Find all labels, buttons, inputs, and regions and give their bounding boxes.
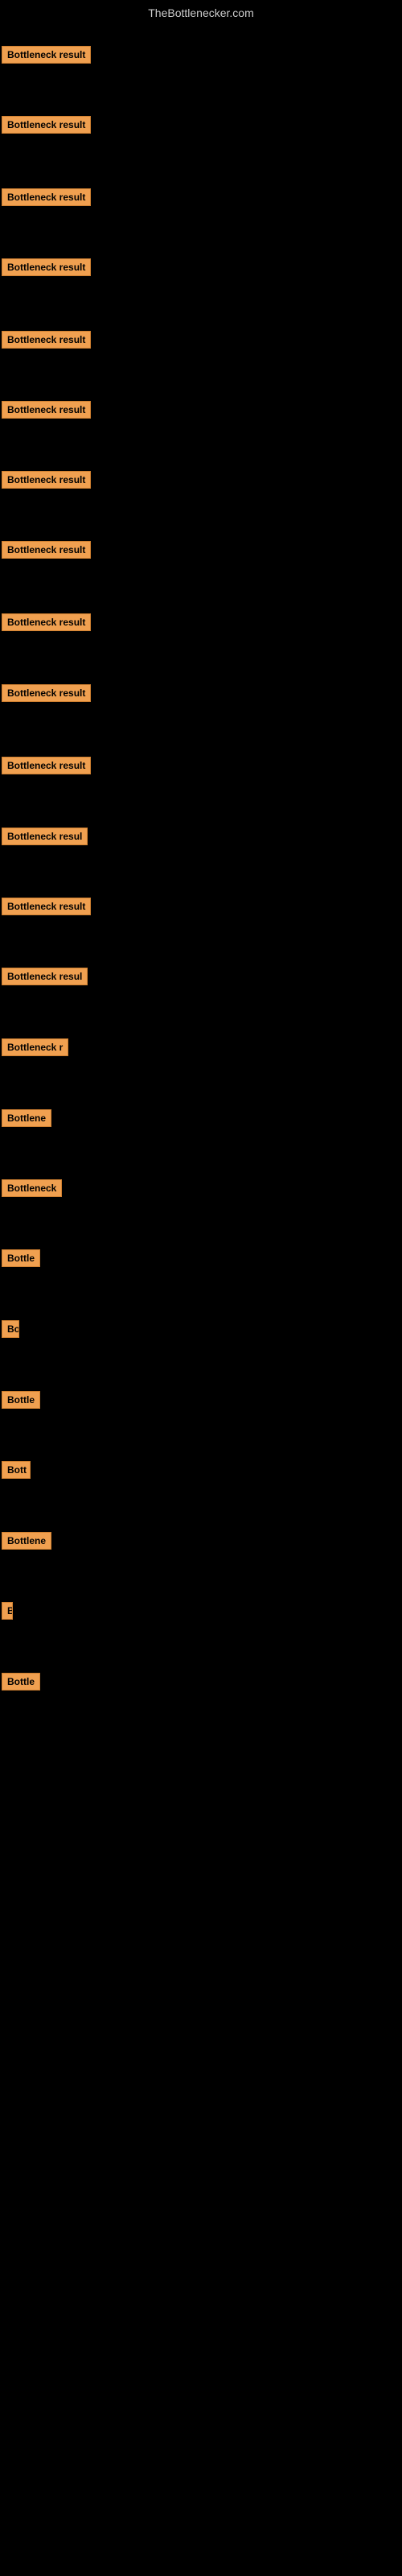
bottleneck-result-row: Bottleneck result: [2, 188, 91, 210]
bottleneck-result-row: Bott: [2, 1461, 31, 1483]
bottleneck-result-badge[interactable]: Bottle: [2, 1249, 40, 1267]
bottleneck-result-badge[interactable]: Bottleneck result: [2, 898, 91, 915]
bottleneck-result-row: Bottleneck resul: [2, 968, 88, 989]
bottleneck-result-badge[interactable]: Bottleneck r: [2, 1038, 68, 1056]
bottleneck-result-badge[interactable]: Bott: [2, 1461, 31, 1479]
bottleneck-result-badge[interactable]: Bottleneck result: [2, 331, 91, 349]
bottleneck-result-row: Bottleneck result: [2, 46, 91, 68]
bottleneck-result-badge[interactable]: B: [2, 1602, 13, 1620]
bottleneck-result-row: Bottleneck result: [2, 258, 91, 280]
bottleneck-result-row: Bottleneck result: [2, 401, 91, 423]
bottleneck-result-badge[interactable]: Bottleneck result: [2, 613, 91, 631]
bottleneck-result-row: Bottleneck r: [2, 1038, 68, 1060]
bottleneck-result-badge[interactable]: Bottleneck resul: [2, 828, 88, 845]
bottleneck-result-badge[interactable]: Bottleneck result: [2, 757, 91, 774]
bottleneck-result-row: Bottlene: [2, 1109, 51, 1131]
bottleneck-result-badge[interactable]: Bottleneck result: [2, 258, 91, 276]
bottleneck-result-badge[interactable]: Bottleneck: [2, 1179, 62, 1197]
bottleneck-result-badge[interactable]: Bottleneck result: [2, 541, 91, 559]
bottleneck-result-row: Bottle: [2, 1249, 40, 1271]
bottleneck-result-row: Bottleneck result: [2, 471, 91, 493]
bottleneck-result-badge[interactable]: Bottlene: [2, 1532, 51, 1550]
bottleneck-result-badge[interactable]: Bottlene: [2, 1109, 51, 1127]
bottleneck-result-row: Bottleneck result: [2, 116, 91, 138]
bottleneck-result-badge[interactable]: Bottleneck result: [2, 401, 91, 419]
bottleneck-result-row: Bottle: [2, 1673, 40, 1695]
bottleneck-result-badge[interactable]: Bottleneck result: [2, 188, 91, 206]
bottleneck-result-row: Bottleneck result: [2, 541, 91, 563]
bottleneck-result-row: Bo: [2, 1320, 19, 1342]
bottleneck-result-row: B: [2, 1602, 13, 1624]
bottleneck-result-badge[interactable]: Bottleneck result: [2, 116, 91, 134]
bottleneck-result-row: Bottleneck result: [2, 684, 91, 706]
bottleneck-result-badge[interactable]: Bottle: [2, 1391, 40, 1409]
bottleneck-result-row: Bottleneck result: [2, 898, 91, 919]
bottleneck-result-badge[interactable]: Bo: [2, 1320, 19, 1338]
bottleneck-result-badge[interactable]: Bottleneck result: [2, 471, 91, 489]
bottleneck-result-row: Bottleneck: [2, 1179, 62, 1201]
bottleneck-result-badge[interactable]: Bottleneck result: [2, 684, 91, 702]
bottleneck-result-row: Bottleneck result: [2, 757, 91, 778]
bottleneck-result-badge[interactable]: Bottleneck resul: [2, 968, 88, 985]
bottleneck-result-row: Bottleneck result: [2, 613, 91, 635]
bottleneck-result-row: Bottlene: [2, 1532, 51, 1554]
bottleneck-result-row: Bottle: [2, 1391, 40, 1413]
bottleneck-result-badge[interactable]: Bottleneck result: [2, 46, 91, 64]
site-title: TheBottlenecker.com: [0, 0, 402, 26]
bottleneck-result-badge[interactable]: Bottle: [2, 1673, 40, 1690]
bottleneck-result-row: Bottleneck resul: [2, 828, 88, 849]
bottleneck-result-row: Bottleneck result: [2, 331, 91, 353]
